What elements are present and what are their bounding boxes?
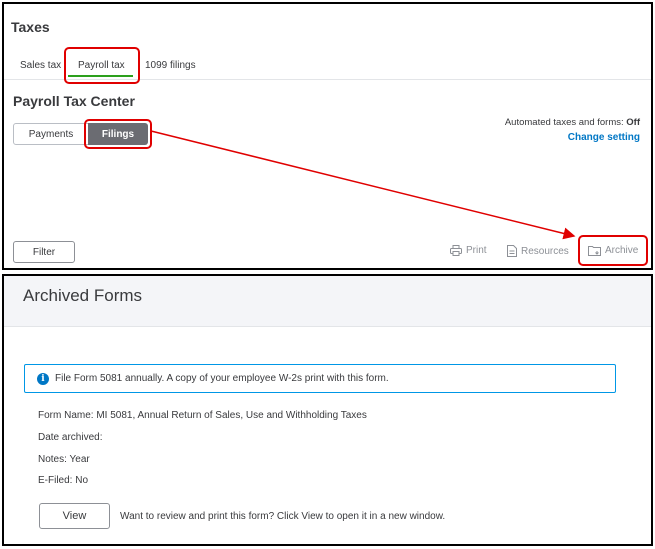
archive-button[interactable]: Archive: [588, 245, 638, 256]
page-title: Taxes: [11, 19, 50, 35]
notes: Notes: Year: [38, 454, 90, 465]
printer-icon: [450, 245, 462, 256]
active-tab-indicator: [68, 75, 133, 77]
archived-forms-panel: Archived Forms i File Form 5081 annually…: [2, 274, 653, 546]
view-button[interactable]: View: [39, 503, 110, 529]
info-icon: i: [37, 372, 49, 385]
print-label: Print: [466, 245, 487, 256]
automated-taxes-value: Off: [626, 117, 640, 128]
tab-1099-filings[interactable]: 1099 filings: [145, 60, 196, 71]
efiled-status: E-Filed: No: [38, 475, 89, 486]
payroll-tax-panel: Taxes Sales tax Payroll tax 1099 filings…: [2, 2, 653, 270]
filings-segment-button[interactable]: Filings: [88, 123, 148, 145]
resources-button[interactable]: Resources: [507, 245, 569, 257]
tab-payroll-tax[interactable]: Payroll tax: [78, 60, 125, 71]
tab-sales-tax[interactable]: Sales tax: [20, 60, 61, 71]
archived-forms-title: Archived Forms: [23, 286, 143, 305]
tabs-divider: [4, 79, 651, 80]
filter-button[interactable]: Filter: [13, 241, 75, 263]
info-text: File Form 5081 annually. A copy of your …: [55, 373, 389, 384]
automated-taxes-label: Automated taxes and forms:: [504, 117, 624, 128]
archive-label: Archive: [605, 245, 639, 256]
automated-taxes-status: Automated taxes and forms: Off: [505, 117, 640, 128]
change-setting-link[interactable]: Change setting: [568, 132, 640, 143]
payments-segment-button[interactable]: Payments: [13, 123, 89, 145]
form-name: Form Name: MI 5081, Annual Return of Sal…: [38, 410, 367, 421]
document-icon: [507, 245, 517, 257]
folder-icon: [588, 245, 601, 256]
section-title: Payroll Tax Center: [13, 93, 135, 109]
resources-label: Resources: [521, 245, 569, 257]
view-hint: Want to review and print this form? Clic…: [120, 511, 446, 522]
print-button[interactable]: Print: [450, 245, 487, 256]
date-archived: Date archived:: [38, 432, 103, 443]
info-banner: i File Form 5081 annually. A copy of you…: [24, 364, 616, 393]
